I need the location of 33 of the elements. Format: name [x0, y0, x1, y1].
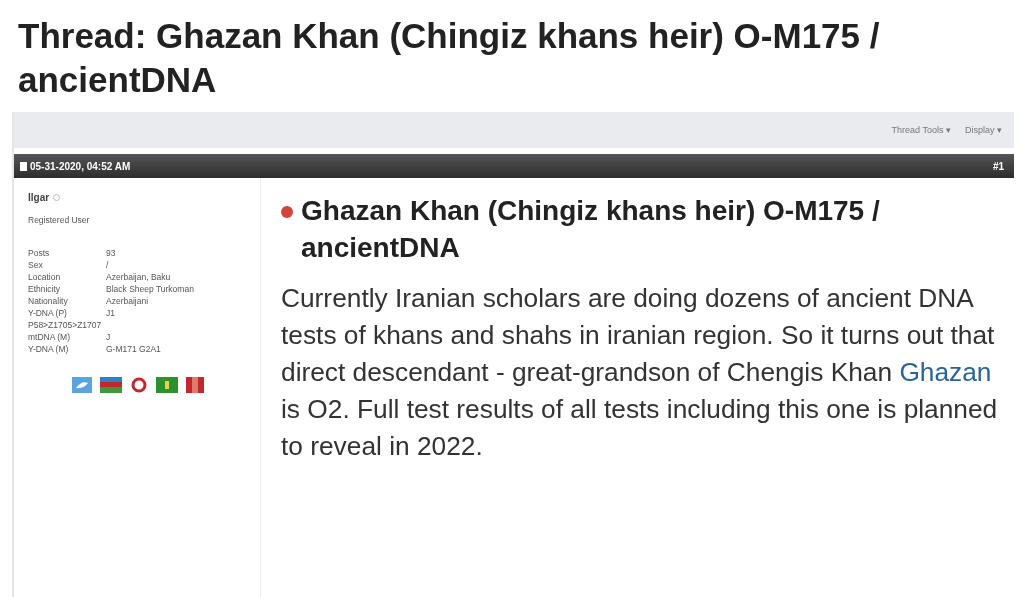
round-symbol-icon	[130, 377, 148, 393]
field-value: J	[106, 331, 112, 343]
field-value: J1	[106, 307, 116, 319]
user-role: Registered User	[28, 215, 91, 225]
field-label: Nationality	[28, 295, 69, 307]
flag-icon	[100, 377, 122, 393]
document-icon	[20, 161, 27, 171]
toolbar-menu[interactable]: Thread Tools ▾	[891, 125, 951, 135]
post-icon	[281, 206, 293, 218]
name-link[interactable]: Ghazan	[899, 357, 992, 387]
field-label: Y-DNA (M)	[28, 343, 70, 355]
field-label: Y-DNA (P)	[28, 307, 68, 319]
thread-title: Thread: Ghazan Khan (Chingiz khans heir) O-M175 / ancientDNA	[18, 15, 881, 101]
field-value: 93	[106, 247, 117, 259]
field-label: Sex	[28, 259, 44, 271]
post-title: Ghazan Khan (Chingiz khans heir) O-M175 / ancientDNA	[301, 194, 881, 265]
field-label: Location	[28, 271, 62, 283]
toolbar-menu[interactable]: Display ▾	[964, 125, 1002, 135]
post-body: Currently Iranian scholars are doing dozens of ancient DNA tests of khans and shahs in iranian region. So it turns out that direct descendant - great-grandson of Chengis Khan Ghazan is O2. Full test results of all tests including this one is planned to reveal in 2022.	[281, 282, 999, 463]
field-label: Ethnicity	[28, 283, 62, 295]
username[interactable]: Ilgar	[28, 192, 50, 203]
field-value: /	[106, 259, 110, 271]
flag-icon	[156, 377, 178, 393]
post-date: 05-31-2020, 04:52 AM	[30, 160, 131, 172]
field-value: Azerbaijan, Baku	[106, 271, 172, 283]
field-value: G-M171 G2A1	[106, 343, 162, 355]
field-label: mtDNA (M)	[28, 331, 72, 343]
field-value: Black Sheep Turkoman	[106, 283, 195, 295]
flag-icon	[186, 377, 204, 393]
field-label: Posts	[28, 247, 51, 259]
post-number[interactable]: #1	[992, 160, 1004, 172]
field-value: Azerbaijani	[106, 295, 150, 307]
field-value: P58>Z1705>Z1707	[28, 319, 103, 331]
